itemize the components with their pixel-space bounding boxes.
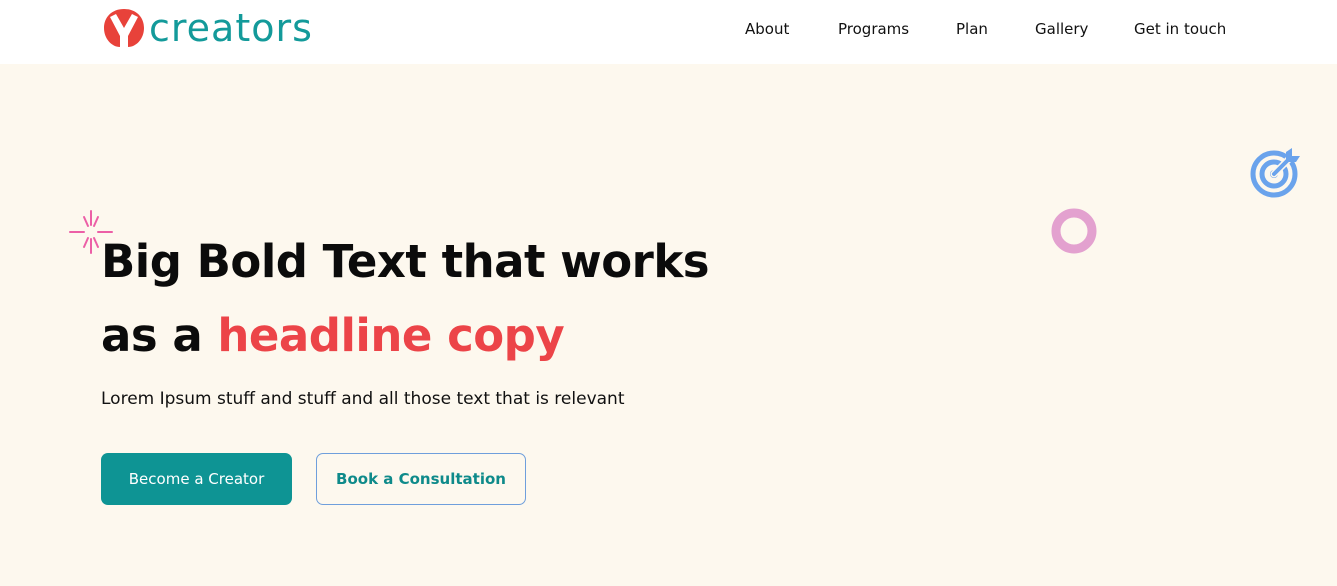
book-consultation-button[interactable]: Book a Consultation <box>316 453 526 505</box>
nav-gallery[interactable]: Gallery <box>1035 18 1088 40</box>
headline-accent: headline copy <box>217 309 565 362</box>
ring-icon <box>1051 208 1097 254</box>
site-header: creators About Programs Plan Gallery Get… <box>0 0 1337 64</box>
main-nav: About Programs Plan Gallery Get in touch <box>0 18 1337 40</box>
hero-headline-line1: Big Bold Text that works <box>101 235 710 288</box>
nav-get-in-touch[interactable]: Get in touch <box>1134 18 1226 40</box>
nav-programs[interactable]: Programs <box>838 18 909 40</box>
nav-about[interactable]: About <box>745 18 789 40</box>
headline-prefix: as a <box>101 309 218 362</box>
become-creator-button[interactable]: Become a Creator <box>101 453 292 505</box>
nav-plan[interactable]: Plan <box>956 18 988 40</box>
hero-headline-line2: as a headline copy <box>101 308 565 364</box>
target-icon <box>1250 148 1300 198</box>
hero-subtext: Lorem Ipsum stuff and stuff and all thos… <box>101 389 625 409</box>
